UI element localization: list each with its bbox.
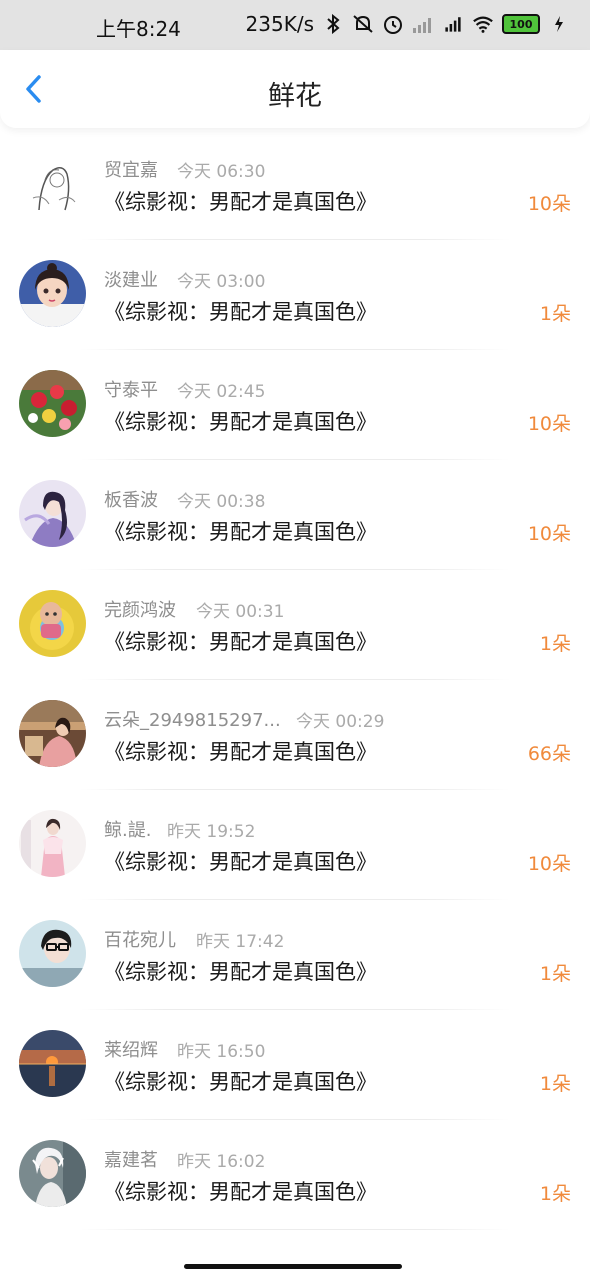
timestamp: 昨天 16:50: [177, 1042, 266, 1062]
flower-count: 66朵: [527, 743, 571, 765]
avatar[interactable]: [19, 480, 86, 547]
timestamp: 今天 00:38: [177, 492, 266, 512]
list-item[interactable]: 莱绍辉 昨天 16:50 《综影视：男配才是真国色》 1朵: [0, 1010, 590, 1120]
user-name[interactable]: 完颜鸿波: [104, 596, 176, 622]
list-item[interactable]: 嘉建茗 昨天 16:02 《综影视：男配才是真国色》 1朵: [0, 1120, 590, 1230]
list-item[interactable]: 百花宛儿 昨天 17:42 《综影视：男配才是真国色》 1朵: [0, 900, 590, 1010]
book-title[interactable]: 《综影视：男配才是真国色》: [104, 1066, 377, 1096]
user-name[interactable]: 淡建业: [104, 266, 158, 292]
signal-icon: [412, 13, 434, 35]
flower-count: 10朵: [527, 413, 571, 435]
flower-count: 10朵: [527, 853, 571, 875]
book-title[interactable]: 《综影视：男配才是真国色》: [104, 846, 377, 876]
charging-icon: [548, 13, 570, 35]
avatar[interactable]: [19, 370, 86, 437]
divider: [80, 1229, 510, 1230]
user-name[interactable]: 莱绍辉: [104, 1036, 158, 1062]
flower-count: 1朵: [539, 1183, 571, 1205]
list-item[interactable]: 完颜鸿波 今天 00:31 《综影视：男配才是真国色》 1朵: [0, 570, 590, 680]
navigation-bar: 鲜花: [0, 50, 590, 128]
user-name[interactable]: 云朵_2949815297...: [104, 706, 281, 732]
list-item[interactable]: 守泰平 今天 02:45 《综影视：男配才是真国色》 10朵: [0, 350, 590, 460]
list-item[interactable]: 板香波 今天 00:38 《综影视：男配才是真国色》 10朵: [0, 460, 590, 570]
status-time: 上午8:24: [96, 17, 181, 41]
timestamp: 昨天 17:42: [196, 932, 285, 952]
flower-count: 1朵: [539, 303, 571, 325]
timestamp: 昨天 19:52: [167, 822, 256, 842]
book-title[interactable]: 《综影视：男配才是真国色》: [104, 296, 377, 326]
avatar[interactable]: [19, 810, 86, 877]
bluetooth-icon: [322, 13, 344, 35]
avatar[interactable]: [19, 1030, 86, 1097]
book-title[interactable]: 《综影视：男配才是真国色》: [104, 186, 377, 216]
user-name[interactable]: 守泰平: [104, 376, 158, 402]
book-title[interactable]: 《综影视：男配才是真国色》: [104, 736, 377, 766]
timestamp: 今天 06:30: [177, 162, 266, 182]
avatar[interactable]: [19, 590, 86, 657]
flower-list: 贸宜嘉 今天 06:30 《综影视：男配才是真国色》 10朵 淡建业 今天 03…: [0, 130, 590, 1230]
list-item[interactable]: 淡建业 今天 03:00 《综影视：男配才是真国色》 1朵: [0, 240, 590, 350]
book-title[interactable]: 《综影视：男配才是真国色》: [104, 956, 377, 986]
user-name[interactable]: 贸宜嘉: [104, 156, 158, 182]
avatar[interactable]: [19, 920, 86, 987]
network-speed: 235K/s: [245, 12, 314, 36]
user-name[interactable]: 鲸.諟.: [104, 816, 151, 842]
list-item[interactable]: 云朵_2949815297... 今天 00:29 《综影视：男配才是真国色》 …: [0, 680, 590, 790]
user-name[interactable]: 嘉建茗: [104, 1146, 158, 1172]
home-indicator[interactable]: [184, 1264, 402, 1269]
mute-icon: [352, 13, 374, 35]
timestamp: 今天 03:00: [177, 272, 266, 292]
battery-icon: 100: [502, 14, 540, 34]
wifi-icon: [472, 13, 494, 35]
hd-signal-icon: [442, 13, 464, 35]
avatar[interactable]: [19, 260, 86, 327]
avatar[interactable]: [19, 700, 86, 767]
timestamp: 今天 00:29: [296, 712, 385, 732]
timestamp: 昨天 16:02: [177, 1152, 266, 1172]
avatar[interactable]: [19, 1140, 86, 1207]
flower-count: 1朵: [539, 963, 571, 985]
user-name[interactable]: 百花宛儿: [104, 926, 176, 952]
book-title[interactable]: 《综影视：男配才是真国色》: [104, 516, 377, 546]
list-item[interactable]: 贸宜嘉 今天 06:30 《综影视：男配才是真国色》 10朵: [0, 130, 590, 240]
user-name[interactable]: 板香波: [104, 486, 158, 512]
avatar[interactable]: [19, 150, 86, 217]
book-title[interactable]: 《综影视：男配才是真国色》: [104, 626, 377, 656]
status-bar: 上午8:24 235K/s 100: [0, 0, 590, 50]
timestamp: 今天 00:31: [196, 602, 285, 622]
flower-count: 10朵: [527, 193, 571, 215]
list-item[interactable]: 鲸.諟. 昨天 19:52 《综影视：男配才是真国色》 10朵: [0, 790, 590, 900]
book-title[interactable]: 《综影视：男配才是真国色》: [104, 406, 377, 436]
timestamp: 今天 02:45: [177, 382, 266, 402]
flower-count: 1朵: [539, 633, 571, 655]
flower-count: 10朵: [527, 523, 571, 545]
alarm-icon: [382, 13, 404, 35]
book-title[interactable]: 《综影视：男配才是真国色》: [104, 1176, 377, 1206]
flower-count: 1朵: [539, 1073, 571, 1095]
page-title: 鲜花: [268, 81, 322, 112]
status-icons: 235K/s 100: [246, 12, 570, 36]
